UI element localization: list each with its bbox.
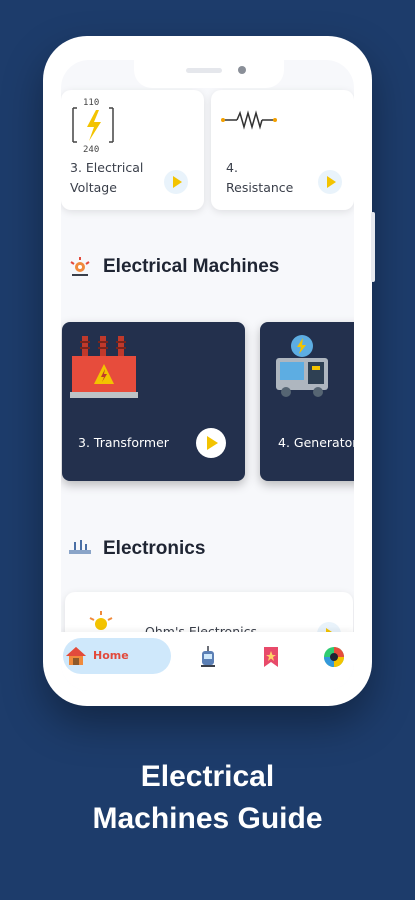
nav-home-label: Home [93,649,129,662]
machine-label-transformer: 3. Transformer [78,435,169,450]
section-title-machines: Electrical Machines [103,256,280,277]
nav-home-tab[interactable]: Home [63,638,171,674]
topic-card-resistance[interactable]: 4. Resistance [211,90,354,210]
phone-camera [238,66,246,74]
play-button-resistance[interactable] [318,170,342,194]
bulb-icon [89,611,113,630]
machine-card-transformer[interactable]: 3. Transformer [62,322,245,481]
bookmark-icon[interactable] [263,646,279,668]
play-button-voltage[interactable] [164,170,188,194]
phone-frame: 110 240 3. Electrical Voltage 4. Resista… [43,36,375,706]
transformer-icon [70,336,138,398]
play-icon [173,176,182,188]
home-icon [66,647,86,665]
machine-card-generator[interactable]: 4. Generator [260,322,354,481]
promo-headline-line2: Machines Guide [92,802,323,835]
topic-card-voltage[interactable]: 110 240 3. Electrical Voltage [61,90,204,210]
color-wheel-icon[interactable] [323,646,345,668]
section-title-electronics: Electronics [103,538,206,559]
bottom-nav: Home [61,632,354,691]
play-icon [207,436,218,450]
phone-speaker [186,68,222,73]
topic-label-resistance: 4. Resistance [226,160,294,195]
generator-icon [276,335,328,397]
machine-label-generator: 4. Generator [278,435,354,450]
promo-headline: Electrical Machines Guide [0,756,415,840]
play-button-transformer[interactable] [196,428,226,458]
voltage-icon: 110 240 [72,98,114,155]
app-screen: 110 240 3. Electrical Voltage 4. Resista… [61,60,354,691]
circuit-icon [69,540,91,554]
gear-spark-icon [70,257,90,276]
promo-headline-line1: Electrical [140,760,275,793]
resistor-icon [221,110,277,130]
tram-icon[interactable] [199,646,217,668]
voltage-icon-top-text: 110 [83,98,99,108]
phone-notch [134,60,284,88]
topic-label-voltage: 3. Electrical Voltage [70,160,144,195]
phone-side-button [371,212,375,282]
play-icon [327,176,336,188]
voltage-icon-bottom-text: 240 [83,145,99,155]
